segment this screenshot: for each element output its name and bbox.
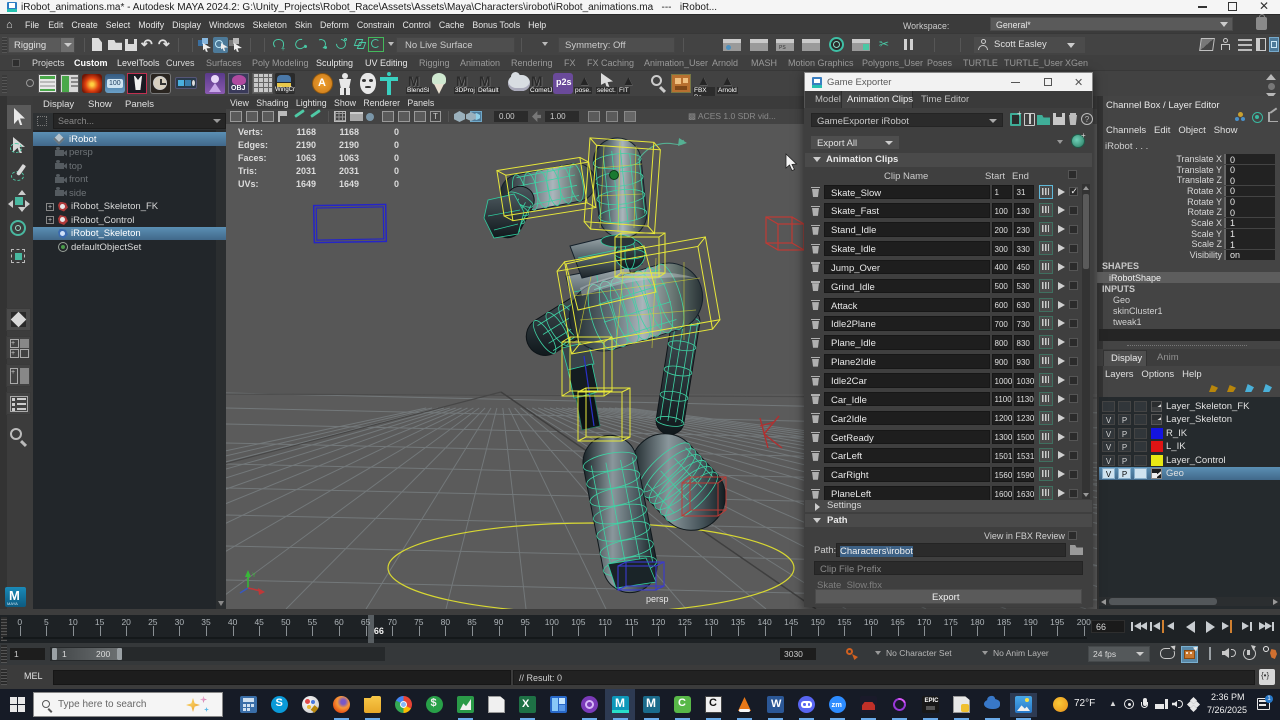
svg-text:Y: Y [252,573,256,579]
svg-text:persp: persp [646,594,669,604]
